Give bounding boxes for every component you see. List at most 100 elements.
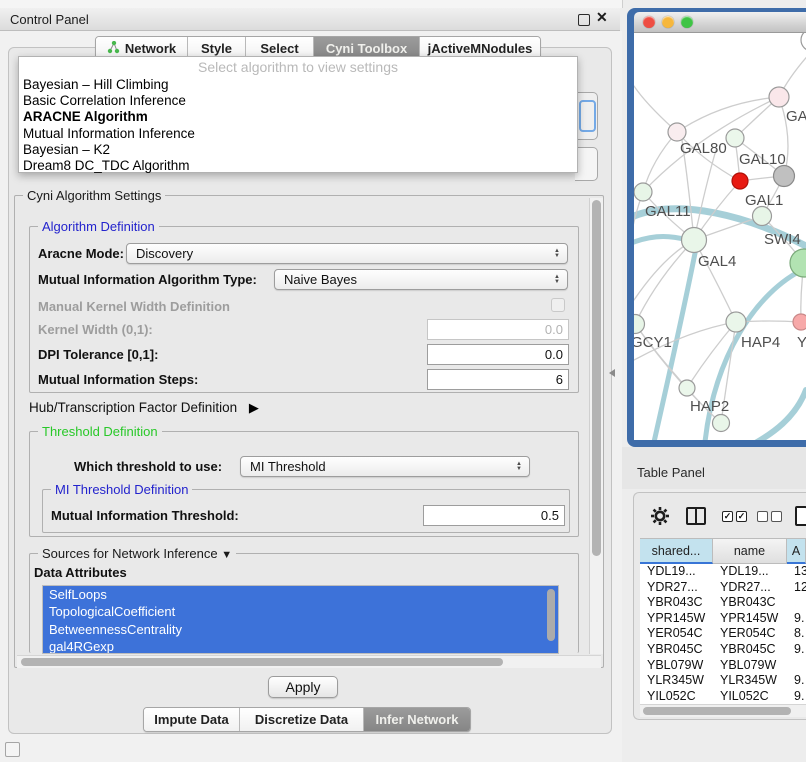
hub-section-toggle[interactable]: Hub/Transcription Factor Definition ▶	[29, 400, 259, 416]
network-node-gal[interactable]	[769, 87, 789, 107]
table-cell[interactable]: YER054C	[640, 626, 713, 642]
table-cell[interactable]: YIL052C	[640, 689, 713, 705]
network-node-gal4[interactable]	[682, 228, 707, 253]
data-attribute-item[interactable]: gal4RGexp	[43, 638, 558, 654]
algorithm-option[interactable]: Dream8 DC_TDC Algorithm	[19, 158, 577, 174]
table-row[interactable]: YBL079WYBL079W	[640, 658, 806, 674]
minimize-traffic-light[interactable]	[662, 16, 674, 28]
splitter-collapse-arrow-icon[interactable]	[609, 369, 615, 377]
expanded-arrow-icon[interactable]: ▼	[221, 549, 232, 561]
network-node-gal80[interactable]	[668, 123, 686, 141]
network-node-gal11[interactable]	[634, 183, 652, 201]
table-row[interactable]: YDL19...YDL19...13	[640, 564, 806, 580]
algorithm-option[interactable]: Basic Correlation Inference	[19, 93, 577, 109]
network-node-gcy1[interactable]	[634, 315, 645, 334]
table-hscroll-thumb[interactable]	[643, 707, 791, 715]
network-edge[interactable]	[694, 150, 716, 240]
table-cell[interactable]: YDR27...	[713, 580, 787, 596]
collapsed-arrow-icon[interactable]: ▶	[249, 400, 259, 416]
network-node[interactable]	[713, 415, 730, 432]
network-edge-thick[interactable]	[742, 390, 806, 440]
table-cell[interactable]: YPR145W	[713, 611, 787, 627]
table-cell[interactable]: YDL19...	[640, 564, 713, 580]
algorithm-option[interactable]: Mutual Information Inference	[19, 126, 577, 142]
settings-hscroll-thumb[interactable]	[21, 658, 503, 666]
table-cell[interactable]: 9.	[787, 642, 806, 658]
column-header-A[interactable]: A	[787, 538, 806, 564]
data-attribute-item[interactable]: BetweennessCentrality	[43, 621, 558, 638]
table-cell[interactable]: YDR27...	[640, 580, 713, 596]
table-cell[interactable]: YBR045C	[713, 642, 787, 658]
settings-vscroll-thumb[interactable]	[592, 200, 601, 556]
kernel-width-field[interactable]: 0.0	[427, 319, 569, 340]
network-node-gal1[interactable]	[732, 173, 748, 189]
table-cell[interactable]: 13	[787, 564, 806, 580]
table-cell[interactable]: 9.	[787, 673, 806, 689]
mi-threshold-field[interactable]: 0.5	[423, 505, 565, 526]
gear-icon[interactable]	[650, 506, 670, 531]
aracne-mode-combobox[interactable]: Discovery ▲▼	[126, 243, 568, 264]
table-cell[interactable]: YBL079W	[713, 658, 787, 674]
table-row[interactable]: YBR045CYBR045C9.	[640, 642, 806, 658]
data-attributes-list[interactable]: SelfLoopsTopologicalCoefficientBetweenne…	[42, 585, 559, 654]
table-cell[interactable]: 8.	[787, 626, 806, 642]
document-icon[interactable]	[795, 506, 806, 526]
hide-columns-icon[interactable]	[757, 511, 782, 522]
table-cell[interactable]: YLR345W	[640, 673, 713, 689]
data-attribute-item[interactable]: TopologicalCoefficient	[43, 603, 558, 620]
table-cell[interactable]: 9.	[787, 611, 806, 627]
table-cell[interactable]: YER054C	[713, 626, 787, 642]
minimized-panel-icon[interactable]	[5, 742, 20, 757]
close-icon[interactable]: ✕	[596, 9, 608, 26]
network-window-titlebar[interactable]	[634, 12, 806, 33]
table-cell[interactable]: YBR043C	[640, 595, 713, 611]
mi-steps-field[interactable]: 6	[427, 369, 569, 390]
mi-type-combobox[interactable]: Naive Bayes ▲▼	[274, 269, 568, 290]
table-cell[interactable]: YIL052C	[713, 689, 787, 705]
table-cell[interactable]: YBR043C	[713, 595, 787, 611]
algorithm-option[interactable]: Bayesian – K2	[19, 142, 577, 158]
table-cell[interactable]	[787, 658, 806, 674]
table-cell[interactable]: YLR345W	[713, 673, 787, 689]
settings-horizontal-scrollbar[interactable]	[17, 655, 601, 668]
bottom-tab-impute-data[interactable]: Impute Data	[144, 708, 240, 731]
network-node[interactable]	[801, 33, 806, 51]
network-node-hap2[interactable]	[679, 380, 695, 396]
which-threshold-combobox[interactable]: MI Threshold ▲▼	[240, 456, 530, 477]
network-canvas[interactable]: GALGAL80GAL10GAL1GAL11SWI4GAL4GCY1HAP4YH…	[634, 33, 806, 440]
split-columns-icon[interactable]	[686, 507, 706, 525]
network-node-swi4[interactable]	[753, 207, 772, 226]
settings-vertical-scrollbar[interactable]	[589, 198, 603, 654]
table-horizontal-scrollbar[interactable]	[640, 704, 806, 717]
table-cell[interactable]: 9.	[787, 689, 806, 705]
column-header-name[interactable]: name	[713, 538, 787, 564]
table-cell[interactable]	[787, 595, 806, 611]
network-node[interactable]	[774, 166, 795, 187]
dpi-tolerance-field[interactable]: 0.0	[427, 344, 569, 365]
table-cell[interactable]: YBR045C	[640, 642, 713, 658]
column-header-shared...[interactable]: shared...	[640, 538, 713, 564]
table-row[interactable]: YER054CYER054C8.	[640, 626, 806, 642]
algorithm-option[interactable]: ARACNE Algorithm	[19, 109, 577, 125]
algorithm-option[interactable]: Bayesian – Hill Climbing	[19, 77, 577, 93]
zoom-traffic-light[interactable]	[681, 16, 693, 28]
list-vscroll-thumb[interactable]	[547, 589, 555, 641]
close-traffic-light[interactable]	[643, 16, 655, 28]
network-edge[interactable]	[643, 132, 677, 192]
float-window-icon[interactable]	[578, 14, 590, 26]
table-row[interactable]: YPR145WYPR145W9.	[640, 611, 806, 627]
manual-kernel-checkbox[interactable]	[551, 298, 565, 312]
network-node-gal10[interactable]	[726, 129, 744, 147]
show-columns-icon[interactable]: ✓✓	[722, 511, 747, 522]
table-cell[interactable]: YDL19...	[713, 564, 787, 580]
table-row[interactable]: YIL052CYIL052C9.	[640, 689, 806, 705]
data-attribute-item[interactable]: SelfLoops	[43, 586, 558, 603]
table-cell[interactable]: YBL079W	[640, 658, 713, 674]
network-node-y[interactable]	[793, 314, 806, 330]
table-cell[interactable]: YPR145W	[640, 611, 713, 627]
table-row[interactable]: YBR043CYBR043C	[640, 595, 806, 611]
table-panel-titlebar[interactable]: Table Panel	[622, 447, 806, 489]
control-panel-titlebar[interactable]: Control Panel	[0, 8, 620, 31]
bottom-tab-discretize-data[interactable]: Discretize Data	[240, 708, 364, 731]
bottom-tab-infer-network[interactable]: Infer Network	[364, 708, 470, 731]
